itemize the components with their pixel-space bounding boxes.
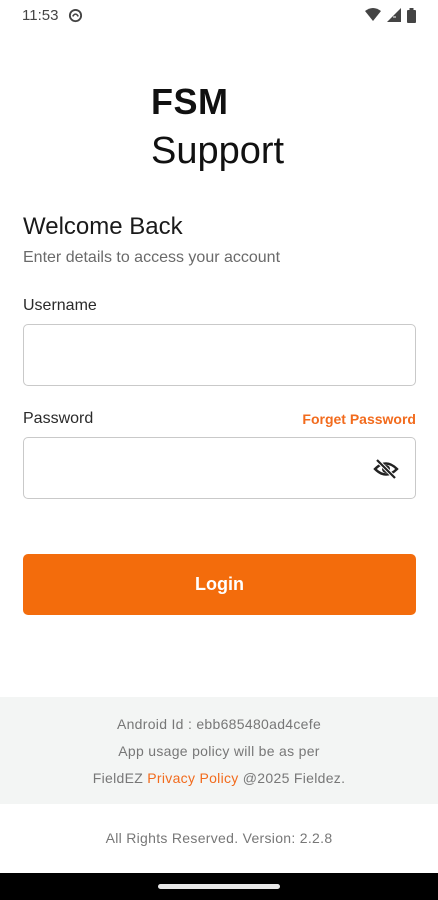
wifi-icon [365, 8, 381, 22]
username-input[interactable] [24, 325, 415, 385]
rights-version-text: All Rights Reserved. Version: 2.2.8 [105, 830, 333, 846]
forgot-password-link[interactable]: Forget Password [302, 411, 416, 427]
status-time: 11:53 [22, 6, 59, 24]
footer-info: Android Id : ebb685480ad4cefe App usage … [0, 697, 438, 804]
login-button[interactable]: Login [23, 554, 416, 615]
welcome-subheading: Enter details to access your account [23, 249, 281, 266]
policy-suffix: @2025 Fieldez. [238, 770, 346, 786]
home-gesture-handle[interactable] [158, 884, 280, 889]
logo-title: FSM [151, 81, 229, 122]
status-bar: 11:53 [0, 0, 438, 30]
battery-icon [407, 7, 416, 23]
eye-off-icon[interactable] [373, 457, 399, 481]
policy-prefix: FieldEZ [92, 770, 148, 786]
privacy-policy-link[interactable]: Privacy Policy [147, 770, 238, 786]
welcome-heading: Welcome Back [23, 213, 183, 240]
logo-subtitle: Support [151, 130, 285, 172]
sync-icon [68, 8, 83, 23]
username-label: Username [23, 297, 97, 314]
username-field[interactable] [23, 324, 416, 386]
password-field[interactable] [23, 437, 416, 499]
password-label: Password [23, 410, 94, 427]
android-id-text: Android Id : ebb685480ad4cefe [116, 716, 322, 732]
signal-icon [387, 8, 401, 22]
navigation-bar [0, 873, 438, 900]
app-logo: FSM Support [151, 82, 284, 173]
policy-text: App usage policy will be as per [118, 743, 320, 759]
policy-line-with-link: FieldEZ Privacy Policy @2025 Fieldez. [0, 770, 438, 786]
password-input[interactable] [24, 438, 415, 498]
